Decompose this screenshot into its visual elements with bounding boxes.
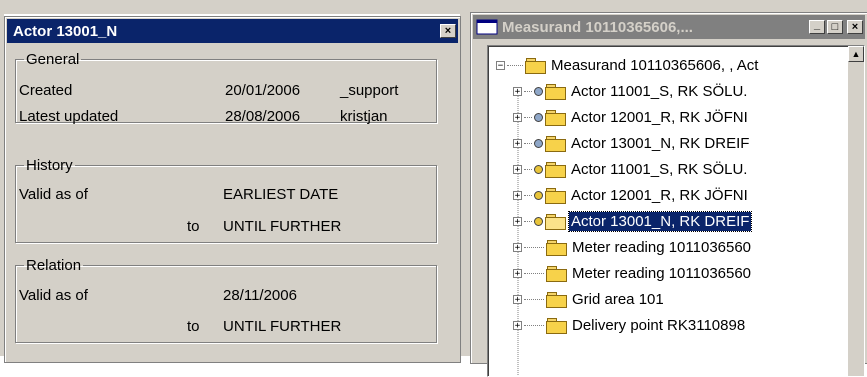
folder-icon xyxy=(546,317,567,334)
folder-icon xyxy=(545,109,566,126)
tree-connector xyxy=(524,324,544,326)
tree-item[interactable]: + Actor 11001_S, RK SÖLU. xyxy=(513,156,749,182)
tree-item-label: Grid area 101 xyxy=(572,290,664,308)
relation-valid-label: Valid as of xyxy=(19,287,88,304)
folder-icon xyxy=(545,135,566,152)
measurand-window-title: Measurand 10110365606,... xyxy=(502,18,693,36)
tree-item[interactable]: + Actor 12001_R, RK JÖFNI xyxy=(513,104,750,130)
desktop-background-gap xyxy=(460,0,470,356)
tree-connector xyxy=(524,168,532,170)
tree-item[interactable]: + Actor 11001_S, RK SÖLU. xyxy=(513,78,749,104)
history-valid-label: Valid as of xyxy=(19,186,88,203)
tree-connector xyxy=(524,90,532,92)
tree-root-label: Measurand 10110365606, , Act xyxy=(551,56,759,74)
open-folder-icon xyxy=(545,213,566,230)
relation-valid-value: 28/11/2006 xyxy=(223,287,297,304)
tree-item-label: Meter reading 1011036560 xyxy=(572,264,752,282)
folder-icon xyxy=(545,83,566,100)
tree-item-label: Actor 11001_S, RK SÖLU. xyxy=(571,160,748,178)
expand-icon[interactable]: + xyxy=(513,112,522,122)
created-label: Created xyxy=(19,82,73,99)
scroll-up-button[interactable]: ▲ xyxy=(848,46,864,62)
tree-item[interactable]: + Actor 12001_R, RK JÖFNI xyxy=(513,182,750,208)
tree-item-label: Actor 13001_N, RK DREIF xyxy=(571,134,750,152)
tree-item-label: Delivery point RK3110898 xyxy=(572,316,746,334)
actor-icon xyxy=(534,190,543,200)
history-to-value: UNTIL FURTHER xyxy=(223,218,342,235)
created-date: 20/01/2006 xyxy=(225,82,301,99)
expand-icon[interactable]: + xyxy=(513,164,522,174)
tree-item-label: Actor 12001_R, RK JÖFNI xyxy=(571,186,748,204)
tree-item-label: Actor 11001_S, RK SÖLU. xyxy=(571,82,748,100)
expand-icon[interactable]: + xyxy=(513,216,522,226)
tree-item[interactable]: + Actor 13001_N, RK DREIF xyxy=(513,130,751,156)
general-legend: General xyxy=(26,51,80,68)
folder-icon xyxy=(546,239,567,256)
tree-item[interactable]: + Meter reading 1011036560 xyxy=(513,234,753,260)
collapse-icon[interactable]: − xyxy=(496,60,505,70)
relation-legend: Relation xyxy=(26,257,82,274)
close-icon: × xyxy=(851,21,859,33)
folder-icon xyxy=(545,187,566,204)
relation-to-value: UNTIL FURTHER xyxy=(223,318,342,335)
measurand-window-titlebar[interactable]: Measurand 10110365606,... _ □ × xyxy=(473,15,865,39)
scroll-up-icon: ▲ xyxy=(851,49,861,59)
expand-icon[interactable]: + xyxy=(513,242,522,252)
actor-window: Actor 13001_N × General Created 20/01/20… xyxy=(4,16,461,363)
measurand-tree[interactable]: − Measurand 10110365606, , Act + Actor 1… xyxy=(487,45,865,377)
expand-icon[interactable]: + xyxy=(513,138,522,148)
tree-connector xyxy=(524,142,532,144)
minimize-icon: _ xyxy=(813,19,821,31)
expand-icon[interactable]: + xyxy=(513,320,522,330)
tree-connector xyxy=(524,272,544,274)
expand-icon[interactable]: + xyxy=(513,268,522,278)
actor-icon xyxy=(534,138,543,148)
relation-to-label: to xyxy=(187,318,200,335)
expand-icon[interactable]: + xyxy=(513,86,522,96)
tree-root[interactable]: − Measurand 10110365606, , Act xyxy=(496,52,760,78)
maximize-icon: □ xyxy=(831,21,839,33)
actor-window-title: Actor 13001_N xyxy=(13,22,118,40)
measurand-window: Measurand 10110365606,... _ □ × − Measur… xyxy=(470,12,867,377)
tree-connector xyxy=(524,194,532,196)
actor-icon xyxy=(534,112,543,122)
close-button[interactable]: × xyxy=(847,20,863,34)
tree-item[interactable]: + Meter reading 1011036560 xyxy=(513,260,753,286)
vertical-scrollbar[interactable]: ▲ xyxy=(848,46,864,376)
tree-item[interactable]: + Grid area 101 xyxy=(513,286,666,312)
tree-connector xyxy=(524,116,532,118)
maximize-button[interactable]: □ xyxy=(827,20,843,34)
folder-icon xyxy=(546,291,567,308)
created-by: _support xyxy=(340,82,399,99)
actor-window-titlebar[interactable]: Actor 13001_N × xyxy=(7,19,458,43)
tree-item[interactable]: + Delivery point RK3110898 xyxy=(513,312,747,338)
tree-connector xyxy=(524,220,532,222)
window-app-icon xyxy=(476,19,498,35)
tree-item-label: Actor 12001_R, RK JÖFNI xyxy=(571,108,748,126)
tree-item-selected[interactable]: + Actor 13001_N, RK DREIF xyxy=(513,208,753,234)
updated-label: Latest updated xyxy=(19,108,119,125)
history-legend: History xyxy=(26,157,73,174)
expand-icon[interactable]: + xyxy=(513,190,522,200)
minimize-button[interactable]: _ xyxy=(809,19,825,34)
history-to-label: to xyxy=(187,218,200,235)
folder-icon xyxy=(546,265,567,282)
actor-icon xyxy=(534,216,543,226)
updated-date: 28/08/2006 xyxy=(225,108,301,125)
open-folder-icon xyxy=(525,57,546,74)
updated-by: kristjan xyxy=(340,108,388,125)
tree-connector xyxy=(524,246,544,248)
tree-connector xyxy=(507,64,523,66)
folder-icon xyxy=(545,161,566,178)
close-icon: × xyxy=(444,25,452,37)
actor-icon xyxy=(534,164,543,174)
tree-item-label: Actor 13001_N, RK DREIF xyxy=(567,210,753,232)
actor-icon xyxy=(534,86,543,96)
expand-icon[interactable]: + xyxy=(513,294,522,304)
tree-item-label: Meter reading 1011036560 xyxy=(572,238,752,256)
close-button[interactable]: × xyxy=(440,24,456,38)
history-valid-value: EARLIEST DATE xyxy=(223,186,339,203)
tree-connector xyxy=(524,298,544,300)
